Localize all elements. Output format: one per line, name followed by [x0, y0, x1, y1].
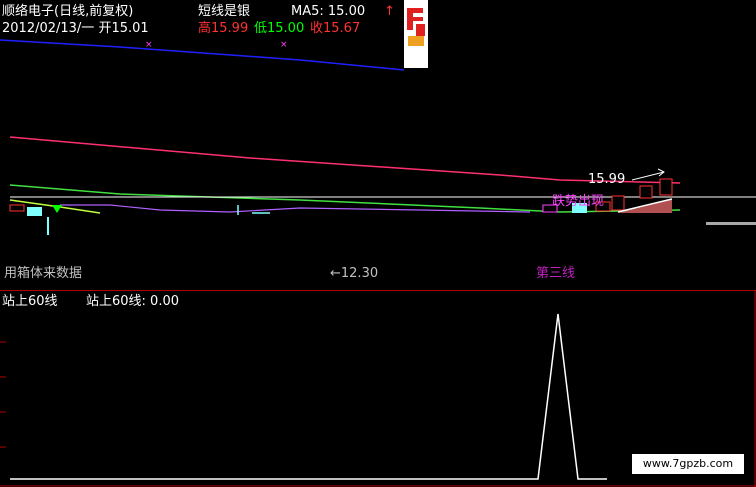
candle-2: [27, 207, 42, 216]
ma-line-crimson: [9, 136, 681, 184]
chart-window[interactable]: 顺络电子(日线,前复权) 短线是银 MA5: 15.00 ↑ 2012/02/1…: [0, 0, 756, 487]
left-axis-ticks: [0, 341, 6, 448]
bottom-mid-label: ←12.30: [330, 266, 378, 281]
overlay-text: 跌势出现: [552, 193, 604, 209]
candle-10: [639, 185, 653, 199]
ma-line-blue: [0, 39, 405, 71]
peak-price-label: 15.99: [588, 172, 625, 187]
bottom-right-label: 第三线: [536, 266, 575, 281]
watermark: www.7gpzb.com: [632, 454, 744, 474]
signal-line: [10, 313, 607, 480]
candle-11: [659, 178, 673, 196]
candle-9: [611, 195, 625, 211]
cross-mark-1: ×: [145, 40, 153, 50]
cross-mark-2: ×: [280, 40, 288, 50]
bottom-left-label: 用箱体来数据: [4, 265, 82, 281]
main-price-chart[interactable]: × × 跌势出现 15.99 用箱体来数据 ←12.30 第三线: [0, 0, 756, 290]
ma-line-purple: [60, 204, 531, 213]
candle-1: [9, 204, 25, 212]
buy-arrow-icon: [52, 205, 62, 213]
price-axis-marker: [706, 222, 756, 225]
